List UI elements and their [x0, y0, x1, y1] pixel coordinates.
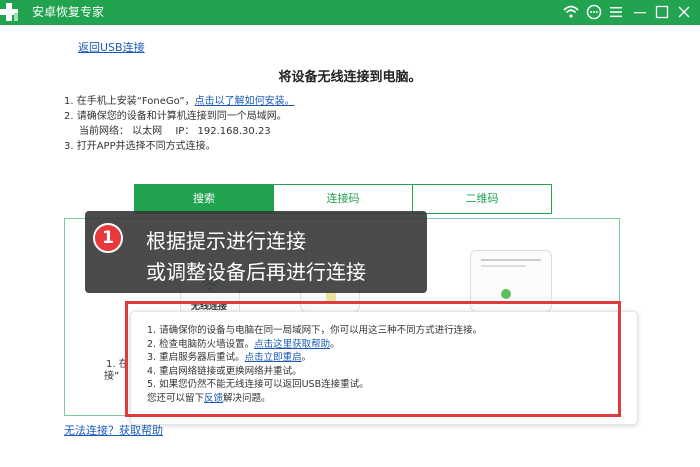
title-bar: 安卓恢复专家 [0, 0, 700, 25]
guide-line-2: 或调整设备后再进行连接 [146, 260, 366, 284]
step-1: 1. 在手机上安装“FoneGo”，点击以了解如何安装。 [64, 94, 295, 109]
install-help-link[interactable]: 点击以了解如何安装。 [195, 96, 295, 107]
maximize-icon[interactable] [653, 3, 671, 21]
close-icon[interactable] [675, 3, 693, 21]
step-3: 3. 打开APP并选择不同方式连接。 [64, 141, 216, 152]
minimize-icon[interactable] [631, 3, 649, 21]
help-highlight-frame [125, 301, 621, 417]
page-title: 将设备无线连接到电脑。 [278, 70, 422, 85]
guide-line-1: 根据提示进行连接 [146, 229, 306, 253]
qr-graphic [501, 289, 511, 299]
back-to-usb-link[interactable]: 返回USB连接 [78, 39, 145, 55]
connection-help-link[interactable]: 无法连接？获取帮助 [64, 422, 163, 438]
tab-qr-code[interactable]: 二维码 [413, 185, 551, 213]
qr-screen-line [481, 259, 541, 261]
chat-icon[interactable] [585, 3, 603, 21]
qr-screen-line [481, 265, 526, 267]
tab-connection-code[interactable]: 连接码 [274, 185, 413, 213]
network-info: 当前网络： 以太网 IP： 192.168.30.23 [79, 126, 271, 137]
tab-search[interactable]: 搜索 [135, 185, 274, 213]
wifi-icon[interactable] [562, 3, 580, 21]
instruction-steps: 1. 在手机上安装“FoneGo”，点击以了解如何安装。 2. 请确保您的设备和… [64, 94, 295, 154]
menu-icon[interactable] [607, 3, 625, 21]
step-1-text: 1. 在手机上安装“FoneGo”， [64, 96, 195, 107]
app-logo-icon [0, 3, 18, 21]
connection-tabs: 搜索 连接码 二维码 [134, 184, 552, 214]
partial-quote-text: 接” [104, 371, 120, 382]
app-title: 安卓恢复专家 [32, 5, 105, 19]
step-2: 2. 请确保您的设备和计算机连接到同一个局域网。 [64, 111, 287, 122]
guide-step-number: 1 [93, 223, 123, 253]
